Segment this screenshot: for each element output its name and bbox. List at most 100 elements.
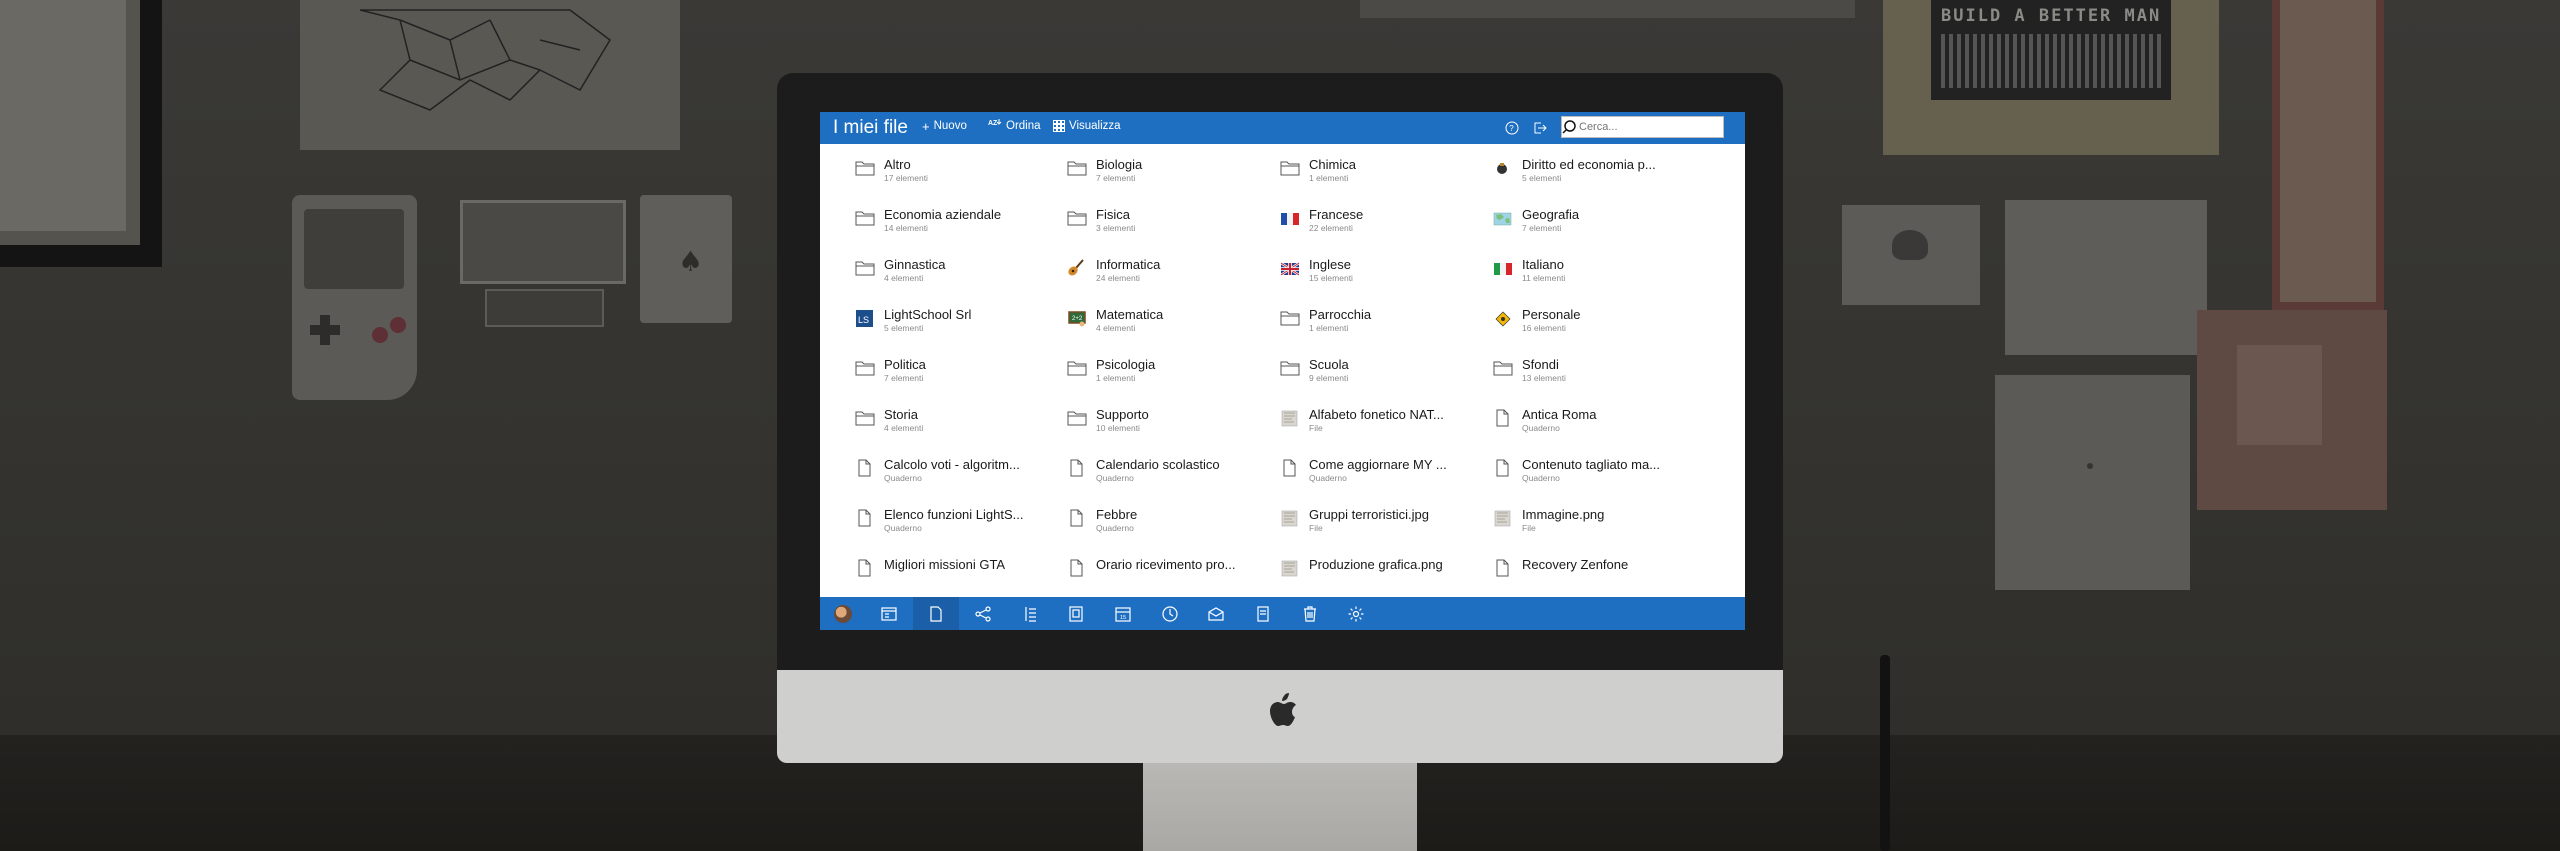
item-name: Italiano — [1522, 257, 1564, 272]
folder-item[interactable]: Psicologia 1 elementi — [1067, 344, 1267, 384]
item-subtitle: 5 elementi — [1522, 173, 1562, 183]
file-item[interactable]: Elenco funzioni LightS... Quaderno — [855, 494, 1055, 534]
folder-icon — [855, 209, 875, 227]
share-icon — [974, 605, 992, 623]
bottom-navigation: 15 — [820, 597, 1745, 630]
user-avatar-button[interactable] — [820, 597, 866, 630]
file-item[interactable]: Alfabeto fonetico NAT... File — [1280, 394, 1480, 434]
file-item[interactable]: Calendario scolastico Quaderno — [1067, 444, 1267, 484]
item-subtitle: Quaderno — [1309, 473, 1347, 483]
nav-notes-button[interactable] — [1240, 597, 1286, 630]
file-item[interactable]: Migliori missioni GTA — [855, 544, 1055, 584]
calendar-icon: 15 — [1114, 605, 1132, 623]
folder-item[interactable]: Personale 16 elementi — [1493, 294, 1693, 334]
item-subtitle: Quaderno — [1096, 523, 1134, 533]
nav-timetable-button[interactable] — [1147, 597, 1193, 630]
file-item[interactable]: Contenuto tagliato ma... Quaderno — [1493, 444, 1693, 484]
search-icon[interactable] — [1562, 119, 1578, 135]
france-flag-icon — [1280, 209, 1300, 227]
item-subtitle: 16 elementi — [1522, 323, 1566, 333]
file-item[interactable]: Recovery Zenfone — [1493, 544, 1693, 584]
file-item[interactable]: Immagine.png File — [1493, 494, 1693, 534]
item-name: Orario ricevimento pro... — [1096, 557, 1236, 572]
nav-calendar-button[interactable]: 15 — [1100, 597, 1146, 630]
folder-item[interactable]: Italiano 11 elementi — [1493, 244, 1693, 284]
page-title: I miei file — [833, 117, 908, 138]
contacts-icon — [1067, 605, 1085, 623]
view-button[interactable]: Visualizza — [1053, 120, 1121, 132]
item-subtitle: File — [1309, 423, 1323, 433]
file-item[interactable]: Antica Roma Quaderno — [1493, 394, 1693, 434]
folder-item[interactable]: Supporto 10 elementi — [1067, 394, 1267, 434]
document-icon — [1067, 559, 1087, 577]
folder-item[interactable]: Storia 4 elementi — [855, 394, 1055, 434]
folder-icon — [1067, 159, 1087, 177]
folder-item[interactable]: Ginnastica 4 elementi — [855, 244, 1055, 284]
svg-text:2+2: 2+2 — [1072, 316, 1083, 322]
search-input[interactable] — [1579, 117, 1719, 137]
folder-item[interactable]: Informatica 24 elementi — [1067, 244, 1267, 284]
item-subtitle: 1 elementi — [1096, 373, 1136, 383]
view-label: Visualizza — [1069, 120, 1121, 132]
sort-label: Ordina — [1006, 120, 1041, 132]
folder-icon — [855, 359, 875, 377]
guitar-icon — [1067, 259, 1087, 277]
nav-trash-button[interactable] — [1287, 597, 1333, 630]
folder-item[interactable]: Altro 17 elementi — [855, 144, 1055, 184]
item-subtitle: Quaderno — [1522, 423, 1560, 433]
folder-item[interactable]: Economia aziendale 14 elementi — [855, 194, 1055, 234]
folder-item[interactable]: Francese 22 elementi — [1280, 194, 1480, 234]
file-item[interactable]: Calcolo voti - algoritm... Quaderno — [855, 444, 1055, 484]
folder-item[interactable]: Fisica 3 elementi — [1067, 194, 1267, 234]
item-name: Alfabeto fonetico NAT... — [1309, 407, 1444, 422]
nav-share-button[interactable] — [960, 597, 1006, 630]
document-icon — [855, 559, 875, 577]
folder-item[interactable]: Sfondi 13 elementi — [1493, 344, 1693, 384]
postcard — [1842, 205, 1980, 305]
sort-button[interactable]: AZ Ordina — [988, 118, 1041, 132]
nav-messages-button[interactable] — [1193, 597, 1239, 630]
folder-item[interactable]: Geografia 7 elementi — [1493, 194, 1693, 234]
trash-icon — [1301, 605, 1319, 623]
item-name: Parrocchia — [1309, 307, 1372, 322]
item-name: Geografia — [1522, 207, 1580, 222]
item-name: Calendario scolastico — [1096, 457, 1220, 472]
folder-item[interactable]: Inglese 15 elementi — [1280, 244, 1480, 284]
nav-files-button[interactable] — [913, 597, 959, 630]
blackboard-icon: 2+2 — [1067, 309, 1087, 327]
folder-icon — [855, 409, 875, 427]
folder-item[interactable]: Politica 7 elementi — [855, 344, 1055, 384]
folder-item[interactable]: Biologia 7 elementi — [1067, 144, 1267, 184]
new-button[interactable]: + Nuovo — [922, 120, 967, 133]
logout-icon[interactable] — [1532, 120, 1548, 136]
nav-settings-button[interactable] — [1333, 597, 1379, 630]
nav-diary-button[interactable] — [1007, 597, 1053, 630]
nav-contacts-button[interactable] — [1053, 597, 1099, 630]
file-item[interactable]: Orario ricevimento pro... — [1067, 544, 1267, 584]
file-item[interactable]: Come aggiornare MY ... Quaderno — [1280, 444, 1480, 484]
item-name: Elenco funzioni LightS... — [884, 507, 1024, 522]
item-name: Ginnastica — [884, 257, 946, 272]
folder-item[interactable]: 2+2 Matematica 4 elementi — [1067, 294, 1267, 334]
file-item[interactable]: Produzione grafica.png — [1280, 544, 1480, 584]
item-name: Sfondi — [1522, 357, 1559, 372]
item-subtitle: 15 elementi — [1309, 273, 1353, 283]
nav-desktop-button[interactable] — [866, 597, 912, 630]
file-item[interactable]: Febbre Quaderno — [1067, 494, 1267, 534]
item-subtitle: File — [1522, 523, 1536, 533]
metal-plate — [485, 289, 604, 327]
folder-icon — [1280, 159, 1300, 177]
folder-item[interactable]: Parrocchia 1 elementi — [1280, 294, 1480, 334]
folder-item[interactable]: LS LightSchool Srl 5 elementi — [855, 294, 1055, 334]
help-icon[interactable]: ? — [1504, 120, 1520, 136]
file-item[interactable]: Gruppi terroristici.jpg File — [1280, 494, 1480, 534]
new-label: Nuovo — [933, 120, 967, 132]
playing-card: ♠ — [640, 195, 732, 323]
item-subtitle: 7 elementi — [1096, 173, 1136, 183]
document-icon — [1493, 559, 1513, 577]
postcard — [1995, 375, 2190, 590]
folder-item[interactable]: Chimica 1 elementi — [1280, 144, 1480, 184]
folder-item[interactable]: Diritto ed economia p... 5 elementi — [1493, 144, 1693, 184]
tall-poster — [2272, 0, 2384, 310]
folder-item[interactable]: Scuola 9 elementi — [1280, 344, 1480, 384]
